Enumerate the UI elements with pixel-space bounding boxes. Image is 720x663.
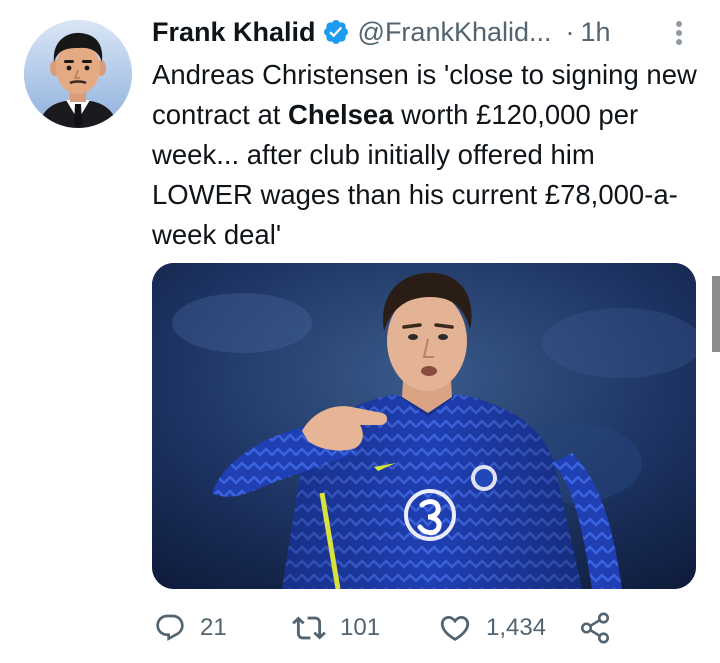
share-button[interactable] [578,606,612,650]
more-options-icon[interactable] [672,18,686,48]
reply-count: 21 [200,614,227,641]
reply-button[interactable]: 21 [154,606,227,650]
avatar[interactable] [24,20,132,128]
reply-icon [154,612,186,644]
share-icon [578,611,612,645]
author-handle[interactable]: @FrankKhalid... [358,17,552,48]
retweet-icon [292,611,326,645]
heart-icon [438,611,472,645]
tweet-text-bold: Chelsea [288,99,394,130]
verified-badge-icon [322,18,350,46]
separator-dot: · [565,16,575,47]
tweet-text: Andreas Christensen is 'close to signing… [152,55,702,255]
like-button[interactable]: 1,434 [438,606,546,650]
tweet-actions: 21 101 1,434 [152,606,622,650]
retweet-count: 101 [340,614,381,641]
retweet-button[interactable]: 101 [292,606,380,650]
author-name[interactable]: Frank Khalid [152,17,316,48]
scrollbar-thumb[interactable] [712,276,720,352]
avatar-illustration [24,20,132,128]
like-count: 1,434 [486,614,547,641]
photo-illustration [152,263,696,589]
tweet[interactable]: Frank Khalid @FrankKhalid... · 1h Andrea… [0,0,720,663]
tweet-photo[interactable] [152,263,696,589]
tweet-header: Frank Khalid @FrankKhalid... · 1h [152,12,692,52]
tweet-time[interactable]: 1h [581,17,611,48]
